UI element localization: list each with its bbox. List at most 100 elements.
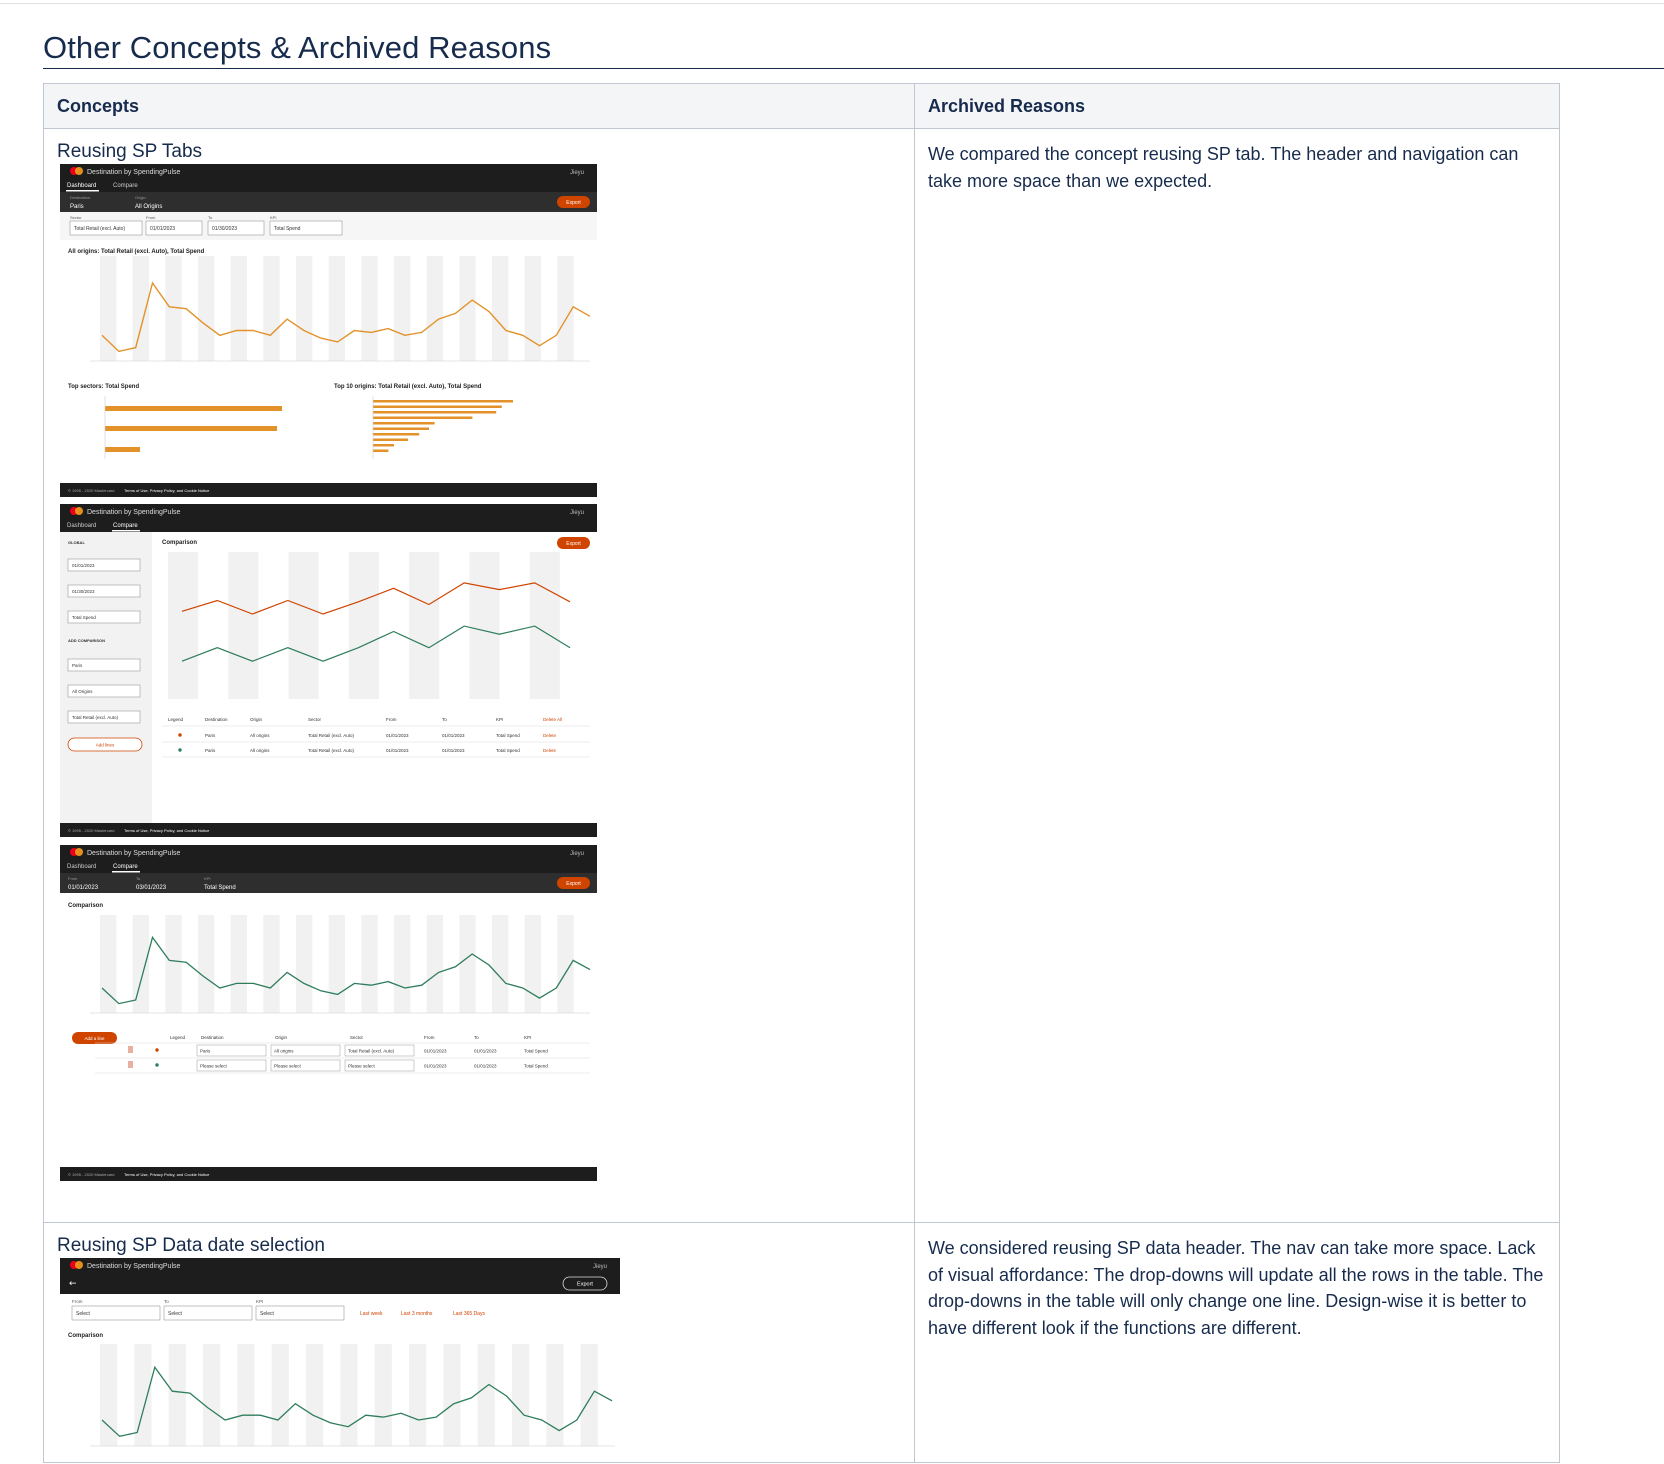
chart-band <box>100 256 117 361</box>
origin-bar <box>373 438 408 441</box>
export-button-label: Export <box>566 200 581 206</box>
chart-band <box>529 552 560 699</box>
from-label: From <box>72 1299 83 1304</box>
delete-all-link[interactable]: Delete All <box>543 717 562 722</box>
chart-band <box>557 256 574 361</box>
cell-from: 01/01/2023 <box>424 1049 447 1054</box>
origin-select[interactable]: All Origins <box>135 204 162 210</box>
chart-title: All origins: Total Retail (excl. Auto), … <box>68 249 205 255</box>
chart-band <box>492 256 509 361</box>
concepts-header: Concepts <box>43 83 915 129</box>
destination-value: Paris <box>72 663 83 668</box>
tab-dashboard[interactable]: Dashboard <box>67 864 96 870</box>
footer-links[interactable]: Terms of Use, Privacy Policy, and Cookie… <box>124 1172 210 1177</box>
kpi-value: Total Spend <box>72 615 96 620</box>
tab-dashboard[interactable]: Dashboard <box>67 523 96 529</box>
last-week-link[interactable]: Last week <box>360 1311 383 1317</box>
archived-reasons-header: Archived Reasons <box>914 83 1560 129</box>
cell-kpi: Total Spend <box>496 733 520 738</box>
col-to: To <box>442 717 447 722</box>
user-menu[interactable]: Jieyu <box>593 1264 607 1270</box>
destination-select[interactable]: Paris <box>70 204 84 210</box>
comparison-title: Comparison <box>68 1333 103 1339</box>
user-menu[interactable]: Jieyu <box>570 851 584 857</box>
chart-band <box>328 915 345 1013</box>
top-origins-title: Top 10 origins: Total Retail (excl. Auto… <box>334 384 482 390</box>
top-divider <box>0 3 1664 4</box>
chart-band <box>203 1344 221 1446</box>
chart-band <box>328 256 345 361</box>
col-origin: Origin <box>275 1035 288 1040</box>
chart-band <box>477 1344 495 1446</box>
origin-bar <box>373 400 513 403</box>
chart-band <box>198 915 215 1013</box>
legend-dot <box>155 1048 159 1052</box>
cell-from: 01/01/2023 <box>424 1064 447 1069</box>
kpi-value: Total Spend <box>274 226 301 232</box>
origin-bar <box>373 449 389 452</box>
last-3-months-link[interactable]: Last 3 months <box>401 1311 433 1317</box>
chart-band <box>132 915 149 1013</box>
tab-compare[interactable]: Compare <box>113 183 138 189</box>
chart-band <box>263 915 280 1013</box>
export-button-label: Export <box>577 1282 593 1288</box>
brand-text: Destination by SpendingPulse <box>87 1263 181 1270</box>
sector-bar <box>105 406 282 411</box>
footer-copyright: © 1995 - 2020 Mastercard <box>68 828 115 833</box>
tab-compare[interactable]: Compare <box>113 523 138 529</box>
from-value: 01/01/2023 <box>150 226 175 232</box>
sector-value: Total Retail (excl. Auto) <box>74 226 125 232</box>
col-to: To <box>474 1035 479 1040</box>
origin-bar <box>373 427 429 430</box>
chart-band <box>230 256 247 361</box>
col-from: From <box>424 1035 435 1040</box>
from-select[interactable]: 01/01/2023 <box>68 885 99 891</box>
heading-rule <box>43 68 1664 69</box>
brand-text: Destination by SpendingPulse <box>87 169 181 176</box>
origin-label: Origin <box>135 195 146 200</box>
trash-icon[interactable] <box>128 1046 133 1053</box>
concept-image-tabs: Destination by SpendingPulse Jieyu Dashb… <box>60 164 597 1181</box>
col-sector: Sector <box>350 1035 364 1040</box>
delete-link[interactable]: Delete <box>543 748 557 753</box>
chart-band <box>524 915 541 1013</box>
col-legend: Legend <box>168 717 184 722</box>
brand-text: Destination by SpendingPulse <box>87 850 181 857</box>
user-menu[interactable]: Jieyu <box>570 170 584 176</box>
col-destination: Destination <box>205 717 228 722</box>
concept-cell: Reusing SP Tabs Destination by SpendingP… <box>43 128 915 1223</box>
last-365-days-link[interactable]: Last 365 Days <box>453 1311 485 1317</box>
cell-kpi: Total Spend <box>524 1064 548 1069</box>
col-origin: Origin <box>250 717 263 722</box>
sector-value: Total Retail (excl. Auto) <box>348 1049 395 1054</box>
sector-value: Total Retail (excl. Auto) <box>72 715 119 720</box>
from-value: Select <box>76 1311 91 1317</box>
delete-link[interactable]: Delete <box>543 733 557 738</box>
tab-dashboard[interactable]: Dashboard <box>67 183 96 189</box>
export-button-label: Export <box>566 541 581 547</box>
user-menu[interactable]: Jieyu <box>570 510 584 516</box>
concept-title: Reusing SP Tabs <box>57 141 203 162</box>
to-select[interactable]: 03/01/2023 <box>136 885 167 891</box>
page-title: Other Concepts & Archived Reasons <box>43 30 552 65</box>
chart-band <box>198 256 215 361</box>
origin-bar <box>373 422 435 425</box>
chart-band <box>394 915 411 1013</box>
trash-icon[interactable] <box>128 1061 133 1068</box>
cell-from: 01/01/2023 <box>386 733 409 738</box>
chart-band <box>134 1344 152 1446</box>
cell-destination: Paris <box>205 733 216 738</box>
kpi-select[interactable]: Total Spend <box>204 885 236 891</box>
add-lines-label: Add lines <box>96 743 115 748</box>
back-arrow-icon[interactable]: ← <box>69 1279 77 1289</box>
archived-reason-text: We compared the concept reusing SP tab. … <box>928 144 1519 191</box>
col-sector: Sector <box>308 717 322 722</box>
chart-band <box>361 915 378 1013</box>
table-row: Reusing SP Data date selection Destinati… <box>43 1222 1560 1463</box>
footer-links[interactable]: Terms of Use, Privacy Policy, and Cookie… <box>124 488 210 493</box>
footer-links[interactable]: Terms of Use, Privacy Policy, and Cookie… <box>124 828 210 833</box>
tab-compare[interactable]: Compare <box>113 864 138 870</box>
col-from: From <box>386 717 397 722</box>
table-header-row: Concepts Archived Reasons <box>43 83 1560 129</box>
from-value: 01/01/2023 <box>72 563 95 568</box>
